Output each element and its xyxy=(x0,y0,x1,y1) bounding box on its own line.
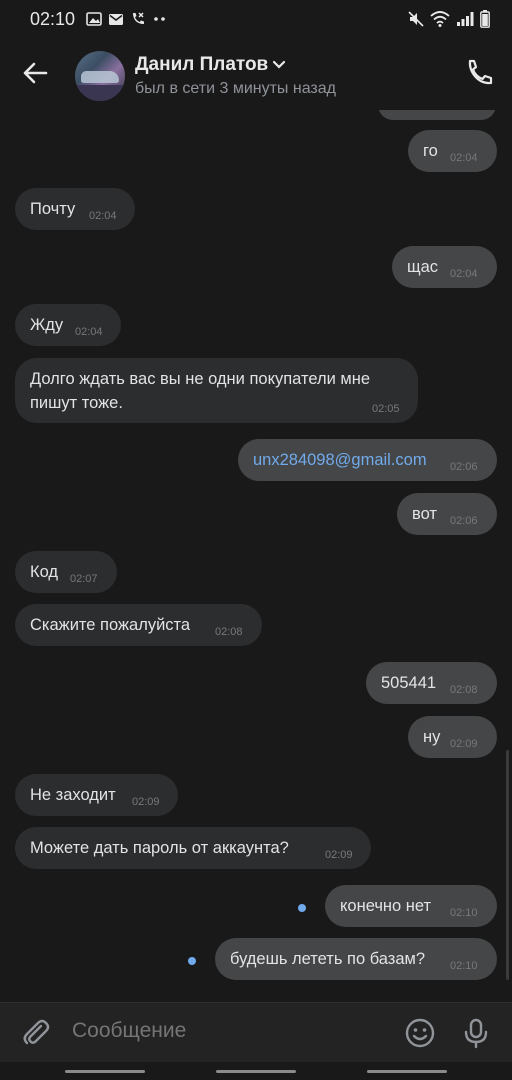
message-bubble-out[interactable]: конечно нет 02:10 xyxy=(325,885,497,927)
missed-call-icon xyxy=(133,12,144,24)
signal-icon xyxy=(457,12,474,26)
message-time: 02:05 xyxy=(372,403,400,415)
contact-status: был в сети 3 минуты назад xyxy=(135,80,336,97)
avatar[interactable] xyxy=(75,51,125,101)
wifi-icon xyxy=(430,11,450,27)
message-text: Можете дать пароль от аккаунта? xyxy=(30,839,289,857)
message-bubble-out[interactable]: го 02:04 xyxy=(408,130,497,172)
unread-indicator xyxy=(298,904,306,912)
system-nav-bar xyxy=(0,1062,512,1080)
message-text: Почту xyxy=(30,200,76,218)
notification-icons xyxy=(86,11,168,27)
message-input[interactable] xyxy=(72,1019,372,1043)
message-text: Жду xyxy=(30,316,64,334)
message-bubble-out[interactable]: щас 02:04 xyxy=(392,246,497,288)
back-arrow-icon[interactable] xyxy=(20,58,50,88)
message-time: 02:08 xyxy=(215,626,243,638)
message-text: конечно нет xyxy=(340,897,432,915)
message-time: 02:04 xyxy=(450,268,478,280)
message-time: 02:04 xyxy=(75,326,103,338)
message-bubble-in[interactable]: Почту 02:04 xyxy=(15,188,135,230)
paperclip-icon[interactable] xyxy=(20,1017,52,1049)
message-bubble-partial xyxy=(378,110,496,120)
message-text: Не заходит xyxy=(30,786,116,804)
message-time: 02:10 xyxy=(450,907,478,919)
message-time: 02:04 xyxy=(450,152,478,164)
message-time: 02:09 xyxy=(132,796,160,808)
contact-name[interactable]: Данил Платов xyxy=(135,54,268,76)
scrollbar[interactable] xyxy=(506,750,509,980)
message-bubble-in[interactable]: Долго ждать вас вы не одни покупатели мн… xyxy=(15,358,418,423)
message-text: Скажите пожалуйста xyxy=(30,616,191,634)
message-bubble-out[interactable]: будешь лететь по базам? 02:10 xyxy=(215,938,497,980)
message-bubble-out[interactable]: unx284098@gmail.com 02:06 xyxy=(238,439,497,481)
message-text: ну xyxy=(423,728,441,746)
message-bubble-in[interactable]: Не заходит 02:09 xyxy=(15,774,178,816)
message-time: 02:08 xyxy=(450,684,478,696)
message-bubble-out[interactable]: вот 02:06 xyxy=(397,493,497,535)
nav-back-handle[interactable] xyxy=(65,1070,145,1073)
message-bubble-in[interactable]: Скажите пожалуйста 02:08 xyxy=(15,604,262,646)
microphone-icon[interactable] xyxy=(460,1017,492,1049)
status-bar: 02:10 xyxy=(0,0,512,38)
email-link[interactable]: unx284098@gmail.com xyxy=(253,451,427,470)
message-bubble-out[interactable]: 505441 02:08 xyxy=(366,662,497,704)
unread-indicator xyxy=(188,957,196,965)
message-time: 02:09 xyxy=(450,738,478,750)
system-icons xyxy=(408,10,490,28)
message-time: 02:07 xyxy=(70,573,98,585)
mail-icon xyxy=(109,13,123,25)
message-text: щас xyxy=(407,258,439,276)
message-text: будешь лететь по базам? xyxy=(230,950,426,968)
mute-icon xyxy=(408,11,424,27)
message-text-line-2: пишут тоже. xyxy=(30,394,123,412)
image-icon xyxy=(86,12,102,26)
more-dots-icon xyxy=(154,17,165,21)
message-time: 02:04 xyxy=(89,210,117,222)
battery-icon xyxy=(480,10,490,28)
message-time: 02:09 xyxy=(325,849,353,861)
nav-recents-handle[interactable] xyxy=(367,1070,447,1073)
message-composer xyxy=(0,1002,512,1062)
message-time: 02:06 xyxy=(450,461,478,473)
message-list[interactable]: го 02:04 Почту 02:04 щас 02:04 Жду 02:04… xyxy=(0,110,512,1002)
phone-icon[interactable] xyxy=(464,58,494,88)
message-bubble-in[interactable]: Жду 02:04 xyxy=(15,304,121,346)
message-bubble-in[interactable]: Код 02:07 xyxy=(15,551,117,593)
message-text: го xyxy=(423,142,438,160)
chevron-down-icon[interactable] xyxy=(272,60,286,70)
message-text: вот xyxy=(412,505,437,523)
message-text-line-1: Долго ждать вас вы не одни покупатели мн… xyxy=(30,370,371,388)
message-text: 505441 xyxy=(381,674,437,692)
message-bubble-out[interactable]: ну 02:09 xyxy=(408,716,497,758)
chat-header: Данил Платов был в сети 3 минуты назад xyxy=(0,38,512,110)
status-time: 02:10 xyxy=(30,9,76,29)
message-text: Код xyxy=(30,563,59,581)
nav-home-handle[interactable] xyxy=(216,1070,296,1073)
message-bubble-in[interactable]: Можете дать пароль от аккаунта? 02:09 xyxy=(15,827,371,869)
message-time: 02:06 xyxy=(450,515,478,527)
message-time: 02:10 xyxy=(450,960,478,972)
emoji-icon[interactable] xyxy=(404,1017,436,1049)
